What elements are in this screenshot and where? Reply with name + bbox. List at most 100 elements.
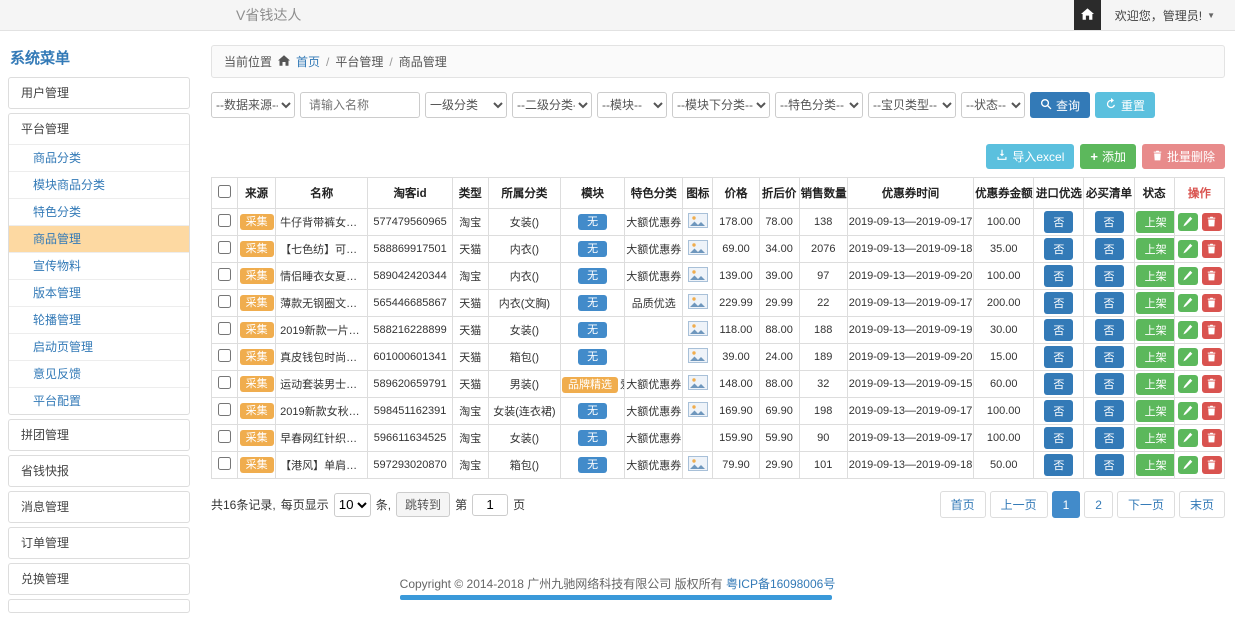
import-select-button[interactable]: 否	[1044, 211, 1073, 233]
sidebar-item-7[interactable]: 版本管理	[9, 279, 189, 306]
import-select-button[interactable]: 否	[1044, 238, 1073, 260]
import-select-button[interactable]: 否	[1044, 454, 1073, 476]
delete-button[interactable]	[1202, 456, 1222, 474]
sidebar-item-13[interactable]: 省钱快报	[9, 456, 189, 486]
row-checkbox[interactable]	[218, 295, 231, 308]
sidebar-item-3[interactable]: 模块商品分类	[9, 171, 189, 198]
status-button[interactable]: 上架	[1136, 292, 1175, 314]
must-buy-button[interactable]: 否	[1095, 265, 1124, 287]
edit-button[interactable]	[1178, 456, 1198, 474]
delete-button[interactable]	[1202, 213, 1222, 231]
row-checkbox[interactable]	[218, 376, 231, 389]
import-select-button[interactable]: 否	[1044, 346, 1073, 368]
add-button[interactable]: + 添加	[1080, 144, 1136, 169]
must-buy-button[interactable]: 否	[1095, 454, 1124, 476]
page-button-4[interactable]: 下一页	[1117, 491, 1175, 518]
delete-button[interactable]	[1202, 267, 1222, 285]
import-select-button[interactable]: 否	[1044, 400, 1073, 422]
row-checkbox[interactable]	[218, 268, 231, 281]
sidebar-item-15[interactable]: 订单管理	[9, 528, 189, 558]
level2-category-select[interactable]: --二级分类--	[512, 92, 592, 118]
status-button[interactable]: 上架	[1136, 211, 1175, 233]
sidebar-item-6[interactable]: 宣传物料	[9, 252, 189, 279]
import-select-button[interactable]: 否	[1044, 319, 1073, 341]
sidebar-item-10[interactable]: 意见反馈	[9, 360, 189, 387]
page-button-1[interactable]: 上一页	[990, 491, 1048, 518]
sidebar-item-1[interactable]: 平台管理	[9, 114, 189, 144]
must-buy-button[interactable]: 否	[1095, 373, 1124, 395]
row-checkbox[interactable]	[218, 241, 231, 254]
page-button-0[interactable]: 首页	[940, 491, 986, 518]
edit-button[interactable]	[1178, 267, 1198, 285]
page-number-input[interactable]	[472, 494, 508, 516]
sidebar-item-partial[interactable]	[8, 599, 190, 613]
edit-button[interactable]	[1178, 375, 1198, 393]
sidebar-item-5[interactable]: 商品管理	[9, 225, 189, 252]
level1-category-select[interactable]: 一级分类	[425, 92, 507, 118]
status-button[interactable]: 上架	[1136, 427, 1175, 449]
edit-button[interactable]	[1178, 402, 1198, 420]
row-checkbox[interactable]	[218, 430, 231, 443]
status-button[interactable]: 上架	[1136, 265, 1175, 287]
batch-delete-button[interactable]: 批量删除	[1142, 144, 1225, 169]
delete-button[interactable]	[1202, 402, 1222, 420]
row-checkbox[interactable]	[218, 349, 231, 362]
must-buy-button[interactable]: 否	[1095, 292, 1124, 314]
delete-button[interactable]	[1202, 321, 1222, 339]
sidebar-item-2[interactable]: 商品分类	[9, 144, 189, 171]
sidebar-item-9[interactable]: 启动页管理	[9, 333, 189, 360]
status-button[interactable]: 上架	[1136, 454, 1175, 476]
page-size-select[interactable]: 10	[334, 493, 371, 517]
status-button[interactable]: 上架	[1136, 319, 1175, 341]
delete-button[interactable]	[1202, 240, 1222, 258]
import-excel-button[interactable]: 导入excel	[986, 144, 1074, 169]
import-select-button[interactable]: 否	[1044, 292, 1073, 314]
item-type-select[interactable]: --宝贝类型--	[868, 92, 956, 118]
status-button[interactable]: 上架	[1136, 400, 1175, 422]
module-select[interactable]: --模块--	[597, 92, 667, 118]
sidebar-item-4[interactable]: 特色分类	[9, 198, 189, 225]
import-select-button[interactable]: 否	[1044, 427, 1073, 449]
status-select[interactable]: --状态--	[961, 92, 1025, 118]
jump-button[interactable]: 跳转到	[396, 492, 450, 517]
delete-button[interactable]	[1202, 375, 1222, 393]
delete-button[interactable]	[1202, 294, 1222, 312]
must-buy-button[interactable]: 否	[1095, 319, 1124, 341]
select-all-checkbox[interactable]	[218, 185, 231, 198]
home-button[interactable]	[1074, 0, 1101, 30]
must-buy-button[interactable]: 否	[1095, 400, 1124, 422]
sidebar-item-8[interactable]: 轮播管理	[9, 306, 189, 333]
edit-button[interactable]	[1178, 294, 1198, 312]
search-button[interactable]: 查询	[1030, 92, 1090, 118]
delete-button[interactable]	[1202, 429, 1222, 447]
status-button[interactable]: 上架	[1136, 238, 1175, 260]
page-button-2[interactable]: 1	[1052, 491, 1081, 518]
edit-button[interactable]	[1178, 429, 1198, 447]
must-buy-button[interactable]: 否	[1095, 211, 1124, 233]
feature-category-select[interactable]: --特色分类--	[775, 92, 863, 118]
page-button-5[interactable]: 末页	[1179, 491, 1225, 518]
data-source-select[interactable]: --数据来源--	[211, 92, 295, 118]
status-button[interactable]: 上架	[1136, 373, 1175, 395]
page-button-3[interactable]: 2	[1084, 491, 1113, 518]
module-sub-select[interactable]: --模块下分类--	[672, 92, 770, 118]
must-buy-button[interactable]: 否	[1095, 427, 1124, 449]
sidebar-item-14[interactable]: 消息管理	[9, 492, 189, 522]
row-checkbox[interactable]	[218, 403, 231, 416]
horizontal-scrollbar-thumb[interactable]	[400, 595, 832, 600]
sidebar-item-0[interactable]: 用户管理	[9, 78, 189, 108]
edit-button[interactable]	[1178, 213, 1198, 231]
row-checkbox[interactable]	[218, 214, 231, 227]
icp-link[interactable]: 粤ICP备16098006号	[726, 577, 835, 591]
edit-button[interactable]	[1178, 348, 1198, 366]
must-buy-button[interactable]: 否	[1095, 238, 1124, 260]
import-select-button[interactable]: 否	[1044, 265, 1073, 287]
import-select-button[interactable]: 否	[1044, 373, 1073, 395]
status-button[interactable]: 上架	[1136, 346, 1175, 368]
edit-button[interactable]	[1178, 321, 1198, 339]
row-checkbox[interactable]	[218, 322, 231, 335]
row-checkbox[interactable]	[218, 457, 231, 470]
sidebar-item-11[interactable]: 平台配置	[9, 387, 189, 414]
reset-button[interactable]: 重置	[1095, 92, 1155, 118]
delete-button[interactable]	[1202, 348, 1222, 366]
